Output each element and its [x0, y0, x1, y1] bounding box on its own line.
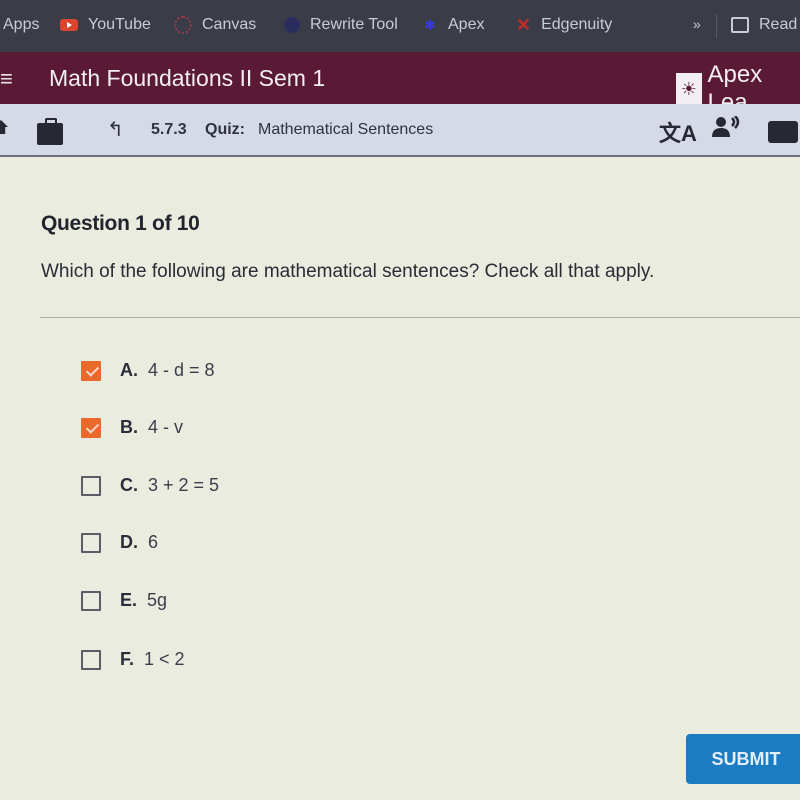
checkbox[interactable]	[81, 590, 101, 611]
checkbox[interactable]	[81, 649, 101, 670]
section-type: Quiz:	[205, 121, 245, 138]
option-text: 5g	[147, 590, 168, 610]
option-letter: B.	[120, 417, 138, 437]
bookmark-label: Apex	[448, 16, 485, 33]
option-text: 4 - v	[148, 417, 184, 437]
reading-list-button[interactable]: Read	[731, 16, 797, 34]
course-header: ≡ Math Foundations II Sem 1 ☀ Apex Lea	[0, 52, 800, 116]
menu-icon[interactable]: ≡	[0, 66, 13, 92]
text-to-speech-icon[interactable]	[712, 115, 742, 144]
checkbox-checked[interactable]	[81, 417, 101, 438]
option-letter: D.	[120, 532, 138, 552]
bookmark-rewrite-tool[interactable]: Rewrite Tool	[284, 16, 398, 34]
edgenuity-icon: ✕	[516, 15, 532, 35]
section-title: Mathematical Sentences	[258, 121, 434, 138]
bookmark-apex[interactable]: ✱ Apex	[424, 16, 484, 34]
option-letter: A.	[120, 360, 138, 380]
bookmarks-overflow-button[interactable]: »	[693, 16, 701, 32]
bookmark-youtube[interactable]: YouTube	[60, 16, 151, 34]
option-b[interactable]: B. 4 - v	[81, 417, 183, 438]
apex-learning-logo-icon: ☀	[676, 73, 702, 105]
option-letter: E.	[120, 590, 138, 610]
submit-button[interactable]: SUBMIT	[686, 734, 800, 784]
checkbox[interactable]	[81, 532, 101, 553]
question-prompt: Which of the following are mathematical …	[41, 261, 655, 282]
reading-list-icon	[731, 17, 749, 33]
bookmark-label: Rewrite Tool	[310, 16, 398, 33]
bookmark-label: YouTube	[88, 16, 151, 33]
option-f[interactable]: F. 1 < 2	[81, 649, 185, 670]
bookmark-label: Canvas	[202, 16, 257, 33]
option-e[interactable]: E. 5g	[81, 590, 167, 611]
youtube-icon	[60, 19, 78, 31]
bookmarks-bar: Apps YouTube Canvas Rewrite Tool ✱ Apex …	[0, 0, 800, 52]
option-text: 6	[148, 532, 159, 552]
print-icon[interactable]	[768, 121, 798, 143]
checkbox-checked[interactable]	[81, 360, 101, 381]
home-icon[interactable]	[0, 120, 8, 134]
divider	[40, 317, 800, 318]
bookmark-label: Apps	[3, 16, 40, 33]
up-arrow-icon[interactable]: ↰	[107, 117, 124, 142]
bookmark-canvas[interactable]: Canvas	[174, 16, 256, 34]
option-letter: F.	[120, 649, 135, 669]
bookmark-label: Edgenuity	[541, 16, 613, 33]
course-title: Math Foundations II Sem 1	[49, 65, 326, 91]
briefcase-icon[interactable]	[37, 118, 63, 145]
bookmark-apps[interactable]: Apps	[3, 16, 39, 34]
option-text: 3 + 2 = 5	[148, 475, 220, 495]
bookmarks-divider	[716, 14, 717, 38]
bookmark-edgenuity[interactable]: ✕ Edgenuity	[516, 16, 612, 34]
rewrite-tool-icon	[284, 17, 300, 33]
option-a[interactable]: A. 4 - d = 8	[81, 360, 215, 381]
option-letter: C.	[120, 475, 138, 495]
reading-list-label: Read	[759, 16, 798, 33]
option-text: 4 - d = 8	[148, 360, 215, 380]
question-header: Question 1 of 10	[41, 212, 200, 235]
canvas-icon	[174, 16, 192, 34]
checkbox[interactable]	[81, 475, 101, 496]
apex-icon: ✱	[424, 17, 436, 33]
section-number: 5.7.3	[151, 121, 187, 138]
option-c[interactable]: C. 3 + 2 = 5	[81, 475, 219, 496]
option-d[interactable]: D. 6	[81, 532, 158, 553]
translate-icon[interactable]: 文A	[659, 116, 697, 148]
activity-nav-bar: ↰ 5.7.3 Quiz: Mathematical Sentences 文A	[0, 104, 800, 157]
option-text: 1 < 2	[144, 649, 185, 669]
